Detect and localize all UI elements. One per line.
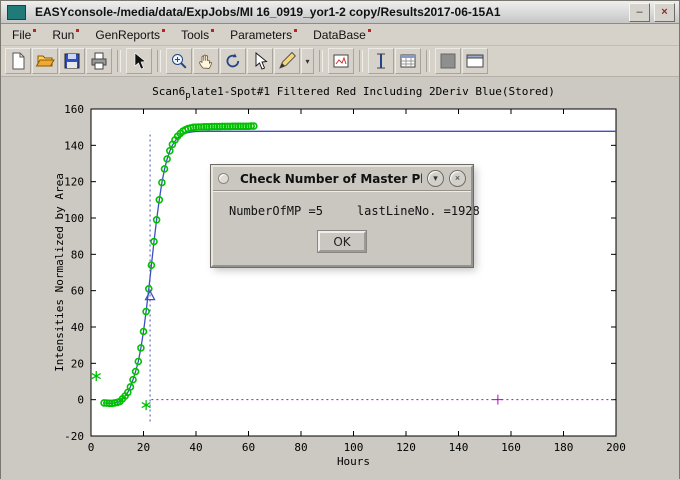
minimize-button[interactable]: –: [629, 3, 650, 22]
open-folder-button[interactable]: [32, 48, 58, 74]
window-frame-button[interactable]: [462, 48, 488, 74]
grid-view-button[interactable]: [395, 48, 421, 74]
dialog-collapse-button[interactable]: ▾: [427, 170, 444, 187]
rotate-icon: [223, 51, 243, 71]
menu-accent-mark: [368, 29, 371, 32]
menu-item-file[interactable]: File: [5, 26, 45, 44]
menu-bar: File Run GenReports Tools Parameters Dat…: [1, 24, 679, 46]
y-tick-label: 160: [64, 103, 84, 116]
window-menu-icon[interactable]: [7, 5, 26, 20]
save-icon: [62, 51, 82, 71]
dialog-body: NumberOfMP =5 lastLineNo. =1928 OK: [213, 191, 471, 265]
dialog-titlebar[interactable]: Check Number of Master Pla ▾ ×: [213, 167, 471, 191]
toolbar: ▾: [1, 46, 679, 77]
menu-accent-mark: [211, 29, 214, 32]
menu-item-database[interactable]: DataBase: [306, 26, 380, 44]
zoom-in-button[interactable]: [166, 48, 192, 74]
pen-dropdown-button[interactable]: ▾: [301, 48, 314, 74]
color-swatch-button[interactable]: [435, 48, 461, 74]
ok-button[interactable]: OK: [318, 231, 366, 252]
y-tick-label: 100: [64, 212, 84, 225]
new-document-button[interactable]: [5, 48, 31, 74]
pick-arrow-icon: [250, 51, 270, 71]
y-tick-label: 20: [71, 357, 84, 370]
x-tick-label: 20: [137, 441, 150, 454]
window-title: EASYconsole-/media/data/ExpJobs/MI 16_09…: [35, 5, 625, 19]
plot-snapshot-icon: [331, 51, 351, 71]
chart-canvas: 0 20 40 60 80 100 120 140 160 180 200 -20 0 20 40 60 80 1…: [1, 77, 680, 480]
dialog-status-text: NumberOfMP =5 lastLineNo. =1928: [229, 204, 455, 218]
menu-accent-mark: [294, 29, 297, 32]
y-tick-label: -20: [64, 430, 84, 443]
menu-item-tools[interactable]: Tools: [174, 26, 223, 44]
toolbar-separator: [319, 50, 323, 72]
x-tick-label: 120: [396, 441, 416, 454]
zoom-in-icon: [169, 51, 189, 71]
pen-icon: [277, 51, 297, 71]
dialog-status-right: lastLineNo. =1928: [357, 204, 480, 218]
dialog-close-button[interactable]: ×: [449, 170, 466, 187]
x-tick-label: 0: [88, 441, 95, 454]
toolbar-separator: [359, 50, 363, 72]
cursor-button[interactable]: [126, 48, 152, 74]
menu-item-run[interactable]: Run: [45, 26, 88, 44]
toolbar-separator: [426, 50, 430, 72]
x-axis-label: Hours: [337, 455, 370, 468]
rotate-button[interactable]: [220, 48, 246, 74]
chart-title: Scan6plate1-Spot#1 Filtered Red Includin…: [152, 85, 555, 101]
pick-arrow-button[interactable]: [247, 48, 273, 74]
menu-item-genreports[interactable]: GenReports: [88, 26, 174, 44]
menu-accent-mark: [33, 29, 36, 32]
x-tick-label: 160: [501, 441, 521, 454]
caliper-button[interactable]: [368, 48, 394, 74]
x-tick-label: 80: [294, 441, 307, 454]
dialog-check-number: Check Number of Master Pla ▾ × NumberOfM…: [211, 165, 473, 267]
pen-button[interactable]: [274, 48, 300, 74]
dialog-menu-icon[interactable]: [218, 173, 229, 184]
x-tick-label: 60: [242, 441, 255, 454]
y-tick-label: 80: [71, 248, 84, 261]
y-tick-label: 0: [77, 394, 84, 407]
y-tick-label: 140: [64, 139, 84, 152]
print-icon: [89, 51, 109, 71]
window-titlebar[interactable]: EASYconsole-/media/data/ExpJobs/MI 16_09…: [1, 1, 679, 24]
toolbar-separator: [157, 50, 161, 72]
cursor-icon: [129, 51, 149, 71]
open-folder-icon: [35, 51, 55, 71]
y-tick-label: 60: [71, 285, 84, 298]
app-window: EASYconsole-/media/data/ExpJobs/MI 16_09…: [0, 0, 680, 479]
y-tick-label: 120: [64, 176, 84, 189]
save-button[interactable]: [59, 48, 85, 74]
pan-hand-icon: [196, 51, 216, 71]
dialog-status-left: NumberOfMP =5: [229, 204, 323, 218]
dialog-title: Check Number of Master Pla: [240, 172, 422, 186]
x-tick-label: 100: [344, 441, 364, 454]
x-tick-label: 140: [449, 441, 469, 454]
toolbar-separator: [117, 50, 121, 72]
x-tick-label: 200: [606, 441, 626, 454]
x-tick-label: 40: [189, 441, 202, 454]
menu-item-parameters[interactable]: Parameters: [223, 26, 306, 44]
caliper-icon: [371, 51, 391, 71]
pan-hand-button[interactable]: [193, 48, 219, 74]
menu-accent-mark: [76, 29, 79, 32]
color-swatch-icon: [438, 51, 458, 71]
y-axis-label: Intensities Normalized by Area: [53, 173, 66, 372]
close-button[interactable]: ×: [654, 3, 675, 22]
menu-accent-mark: [162, 29, 165, 32]
print-button[interactable]: [86, 48, 112, 74]
window-frame-icon: [465, 51, 485, 71]
x-tick-label: 180: [554, 441, 574, 454]
chart-area: 0 20 40 60 80 100 120 140 160 180 200 -20 0 20 40 60 80 1…: [1, 77, 679, 479]
new-document-icon: [8, 51, 28, 71]
grid-view-icon: [398, 51, 418, 71]
plot-snapshot-button[interactable]: [328, 48, 354, 74]
y-tick-label: 40: [71, 321, 84, 334]
